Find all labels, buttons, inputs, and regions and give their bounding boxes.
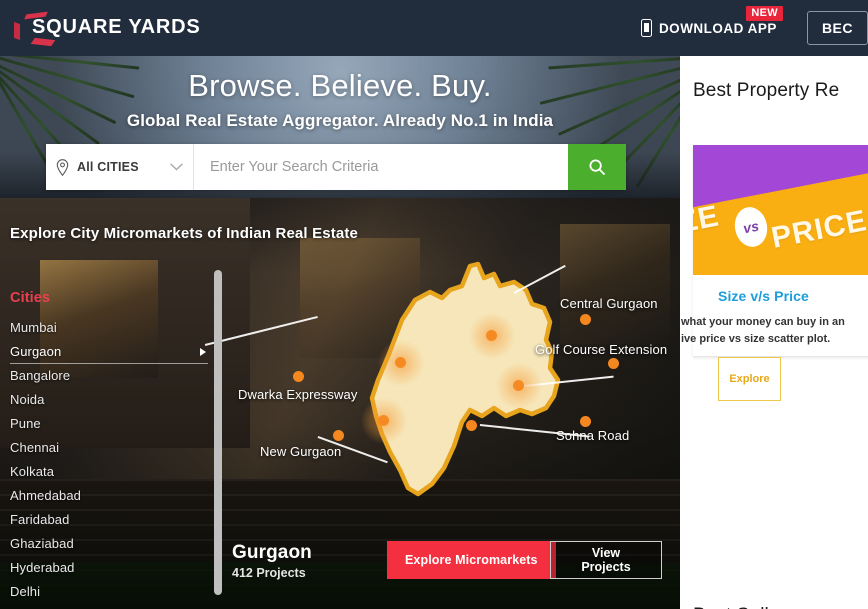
new-badge: NEW <box>746 6 783 21</box>
download-app-button[interactable]: DOWNLOAD APP NEW <box>640 6 783 37</box>
city-selector-dropdown[interactable]: All CITIES <box>46 144 194 190</box>
research-card-size-vs-price[interactable]: ZE vs PRICE Size v/s Price what your mon… <box>681 145 868 401</box>
city-list-item-label: Faridabad <box>10 512 70 527</box>
card-explore-button[interactable]: Explore <box>718 357 781 401</box>
page-root: SQUARE YARDS DOWNLOAD APP NEW BEC Browse… <box>0 0 868 609</box>
city-list-item[interactable]: Delhi <box>0 580 214 604</box>
search-submit-button[interactable] <box>568 144 626 190</box>
map-label-dot-dwarka-expressway[interactable] <box>293 371 304 382</box>
projects-count: 412 Projects <box>232 566 306 580</box>
city-list-item[interactable]: Hyderabad <box>0 556 214 580</box>
map-label-sohna-road[interactable]: Sohna Road <box>556 428 629 443</box>
cities-list-heading: Cities <box>10 290 51 306</box>
best-property-research-heading: Best Property Re <box>693 80 840 101</box>
map-hotspot-dwarka-expressway[interactable] <box>377 339 424 386</box>
city-list-item[interactable]: Gurgaon <box>0 340 214 364</box>
city-list-item-label: Noida <box>10 392 45 407</box>
card-banner-image: ZE vs PRICE <box>693 145 868 275</box>
logo-arrow-icon <box>30 37 56 47</box>
city-list-item[interactable]: Chennai <box>0 436 214 460</box>
search-bar: All CITIES <box>46 144 626 190</box>
map-label-golf-course-extension[interactable]: Golf Course Extension <box>535 342 667 357</box>
micromarket-summary-bar: Gurgaon 412 Projects Explore Micromarket… <box>232 537 662 585</box>
map-hotspot-sohna-road[interactable] <box>466 420 477 431</box>
view-projects-label: View Projects <box>581 546 631 574</box>
map-label-new-gurgaon[interactable]: New Gurgaon <box>260 444 341 459</box>
card-body: Size v/s Price what your money can buy i… <box>681 275 868 401</box>
chevron-right-icon <box>200 348 206 356</box>
search-input[interactable] <box>194 144 568 190</box>
city-list-item-label: Kolkata <box>10 464 55 479</box>
city-list-item[interactable]: Kolkata <box>0 460 214 484</box>
right-sidebar: Best Property Re ZE vs PRICE Size v/s Pr… <box>680 56 868 609</box>
city-list-item[interactable]: Pune <box>0 412 214 436</box>
map-label-dot-new-gurgaon[interactable] <box>333 430 344 441</box>
best-sellers-heading: Best Sellers <box>693 605 796 609</box>
search-icon <box>589 159 605 175</box>
city-selector-label: All CITIES <box>77 160 139 174</box>
cities-scrollbar-thumb[interactable] <box>214 270 222 595</box>
location-pin-icon <box>56 158 69 176</box>
cities-scrollbar[interactable] <box>214 270 222 595</box>
cities-list: Cities Mumbai Gurgaon Bangalore Noida Pune Ch… <box>0 290 214 609</box>
micromarket-summary-text: Gurgaon 412 Projects <box>232 542 312 580</box>
site-header: SQUARE YARDS DOWNLOAD APP NEW BEC <box>0 0 868 56</box>
city-list-item-label: Ghaziabad <box>10 536 74 551</box>
view-projects-button[interactable]: View Projects <box>550 541 662 579</box>
explore-micromarkets-button[interactable]: Explore Micromarkets <box>387 541 556 579</box>
city-list-item-label: Hyderabad <box>10 560 75 575</box>
card-description: what your money can buy in an ive price … <box>681 316 845 345</box>
become-partner-label: BEC <box>821 20 853 36</box>
logo-arrow-icon <box>14 21 20 41</box>
hero-title: Browse. Believe. Buy. <box>188 68 492 103</box>
card-explore-label: Explore <box>729 373 770 385</box>
city-list-item-label: Gurgaon <box>10 344 62 359</box>
city-list-item[interactable]: Noida <box>0 388 214 412</box>
city-list-item[interactable]: Mumbai <box>0 316 214 340</box>
city-list-item-label: Chennai <box>10 440 60 455</box>
city-list-item[interactable]: Ghaziabad <box>0 532 214 556</box>
hero-subtitle: Global Real Estate Aggregator. Already N… <box>126 111 554 130</box>
city-list-item-label: Mumbai <box>10 320 57 335</box>
city-list-item[interactable]: Bangalore <box>0 364 214 388</box>
city-list-item-label: Bangalore <box>10 368 71 383</box>
logo-text: SQUARE YARDS <box>32 16 201 38</box>
map-label-dwarka-expressway[interactable]: Dwarka Expressway <box>238 387 357 402</box>
chevron-down-icon <box>170 163 183 171</box>
logo[interactable]: SQUARE YARDS <box>8 10 208 47</box>
map-hotspot-golf-course-extension[interactable] <box>495 362 542 409</box>
city-list-item[interactable]: Faridabad <box>0 508 214 532</box>
city-list-item-label: Pune <box>10 416 41 431</box>
explorer-title: Explore City Micromarkets of Indian Real… <box>10 225 358 242</box>
cities-items-container: Mumbai Gurgaon Bangalore Noida Pune Chennai Ko… <box>0 316 214 604</box>
gurgaon-micromarket-map[interactable]: Central Gurgaon Golf Course Extension So… <box>204 256 680 506</box>
explore-micromarkets-label: Explore Micromarkets <box>405 553 538 567</box>
city-list-item-label: Delhi <box>10 584 41 599</box>
selected-city-name: Gurgaon <box>232 542 312 563</box>
mobile-phone-icon <box>640 19 652 37</box>
city-list-item[interactable]: Ahmedabad <box>0 484 214 508</box>
map-label-dot-central-gurgaon[interactable] <box>580 314 591 325</box>
map-hotspot-central-gurgaon[interactable] <box>468 312 515 359</box>
map-label-central-gurgaon[interactable]: Central Gurgaon <box>560 296 658 311</box>
download-app-label: DOWNLOAD APP <box>658 20 777 36</box>
become-partner-button[interactable]: BEC <box>806 11 868 45</box>
city-list-item-label: Ahmedabad <box>10 488 82 503</box>
card-heading: Size v/s Price <box>718 288 809 304</box>
map-hotspot-new-gurgaon[interactable] <box>360 397 407 444</box>
map-label-dot-sohna-road[interactable] <box>580 416 591 427</box>
micromarket-explorer: Explore City Micromarkets of Indian Real… <box>0 198 680 609</box>
header-actions: DOWNLOAD APP NEW BEC <box>640 0 868 56</box>
map-label-dot-golf-course-extension[interactable] <box>608 358 619 369</box>
